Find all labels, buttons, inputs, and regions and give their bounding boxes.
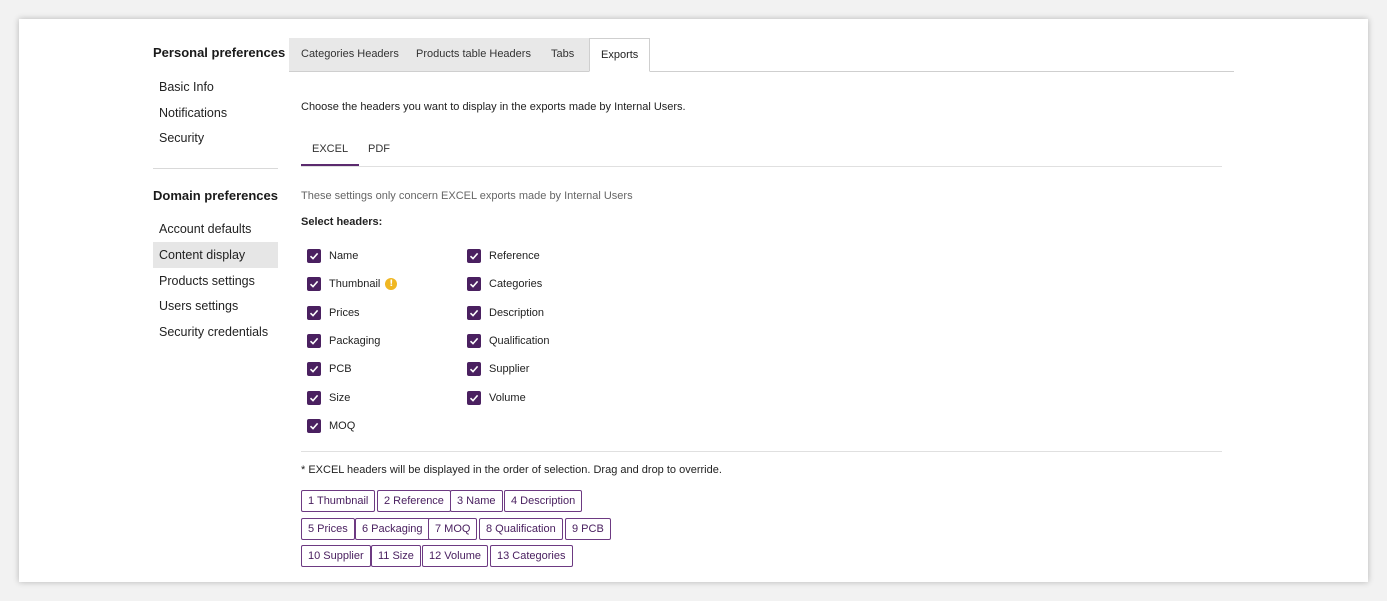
domain-preferences-heading: Domain preferences <box>153 188 278 203</box>
order-chip[interactable]: 13 Categories <box>490 545 573 567</box>
tab-tabs[interactable]: Tabs <box>551 38 574 71</box>
order-chip[interactable]: 8 Qualification <box>479 518 563 540</box>
checkbox-label: Size <box>329 392 351 404</box>
export-format-tabs: EXCEL PDF <box>301 139 1222 167</box>
tab-products-table-headers[interactable]: Products table Headers <box>416 38 531 71</box>
settings-card: Personal preferences Basic Info Notifica… <box>19 19 1368 582</box>
checkbox-description[interactable]: Description <box>467 305 544 321</box>
checkmark-icon <box>467 306 481 320</box>
checkbox-label: Categories <box>489 278 543 290</box>
tab-excel[interactable]: EXCEL <box>301 139 360 166</box>
checkbox-packaging[interactable]: Packaging <box>307 333 380 349</box>
tab-pdf[interactable]: PDF <box>368 139 390 166</box>
checkbox-size[interactable]: Size <box>307 390 350 406</box>
checkbox-moq[interactable]: MOQ <box>307 418 355 434</box>
checkmark-icon <box>307 334 321 348</box>
checkbox-label: Prices <box>329 307 360 319</box>
order-chip[interactable]: 10 Supplier <box>301 545 371 567</box>
checkmark-icon <box>307 419 321 433</box>
sidebar-divider <box>153 168 278 169</box>
checkmark-icon <box>307 391 321 405</box>
checkmark-icon <box>307 306 321 320</box>
checkbox-label: Qualification <box>489 335 550 347</box>
order-chip[interactable]: 12 Volume <box>422 545 488 567</box>
order-chip[interactable]: 6 Packaging <box>355 518 430 540</box>
checkmark-icon <box>307 277 321 291</box>
exports-intro-text: Choose the headers you want to display i… <box>301 101 686 113</box>
checkbox-label: Thumbnail <box>329 278 381 290</box>
order-chip[interactable]: 4 Description <box>504 490 583 512</box>
excel-settings-note: These settings only concern EXCEL export… <box>301 190 633 202</box>
sidebar-item-security[interactable]: Security <box>153 125 278 151</box>
checkbox-label: MOQ <box>329 420 356 432</box>
checkbox-reference[interactable]: Reference <box>467 248 540 264</box>
checkmark-icon <box>467 249 481 263</box>
checkbox-prices[interactable]: Prices <box>307 305 360 321</box>
order-chip[interactable]: 7 MOQ <box>428 518 478 540</box>
section-divider <box>301 451 1222 452</box>
checkmark-icon <box>307 362 321 376</box>
checkmark-icon <box>467 391 481 405</box>
sidebar-item-notifications[interactable]: Notifications <box>153 100 278 126</box>
tab-categories-headers[interactable]: Categories Headers <box>301 38 399 71</box>
checkmark-icon <box>467 362 481 376</box>
checkmark-icon <box>467 334 481 348</box>
sidebar-item-content-display[interactable]: Content display <box>153 242 278 268</box>
order-chip[interactable]: 1 Thumbnail <box>301 490 376 512</box>
order-chip[interactable]: 9 PCB <box>565 518 611 540</box>
checkbox-volume[interactable]: Volume <box>467 390 526 406</box>
select-headers-label: Select headers: <box>301 216 383 228</box>
checkbox-label: Packaging <box>329 335 381 347</box>
checkbox-label: Description <box>489 307 545 319</box>
sidebar-item-users-settings[interactable]: Users settings <box>153 293 278 319</box>
order-note: * EXCEL headers will be displayed in the… <box>301 464 722 476</box>
order-chip[interactable]: 3 Name <box>450 490 503 512</box>
checkmark-icon <box>467 277 481 291</box>
order-chip[interactable]: 11 Size <box>371 545 421 567</box>
checkbox-label: PCB <box>329 363 352 375</box>
preferences-tabs: Categories Headers Products table Header… <box>289 38 1234 72</box>
checkbox-label: Reference <box>489 250 540 262</box>
checkbox-name[interactable]: Name <box>307 248 358 264</box>
sidebar-item-security-credentials[interactable]: Security credentials <box>153 319 278 345</box>
tab-exports[interactable]: Exports <box>589 38 651 72</box>
sidebar-item-products-settings[interactable]: Products settings <box>153 268 278 294</box>
checkbox-thumbnail[interactable]: Thumbnail ! <box>307 276 398 292</box>
checkbox-label: Volume <box>489 392 526 404</box>
sidebar-item-basic-info[interactable]: Basic Info <box>153 74 278 100</box>
checkbox-label: Name <box>329 250 359 262</box>
warning-icon[interactable]: ! <box>385 278 398 290</box>
checkmark-icon <box>307 249 321 263</box>
checkbox-label: Supplier <box>489 363 530 375</box>
checkbox-pcb[interactable]: PCB <box>307 361 352 377</box>
order-chip[interactable]: 5 Prices <box>301 518 355 540</box>
sidebar-item-account-defaults[interactable]: Account defaults <box>153 216 278 242</box>
checkbox-supplier[interactable]: Supplier <box>467 361 529 377</box>
checkbox-categories[interactable]: Categories <box>467 276 542 292</box>
order-chip[interactable]: 2 Reference <box>377 490 451 512</box>
personal-preferences-heading: Personal preferences <box>153 45 286 60</box>
checkbox-qualification[interactable]: Qualification <box>467 333 550 349</box>
